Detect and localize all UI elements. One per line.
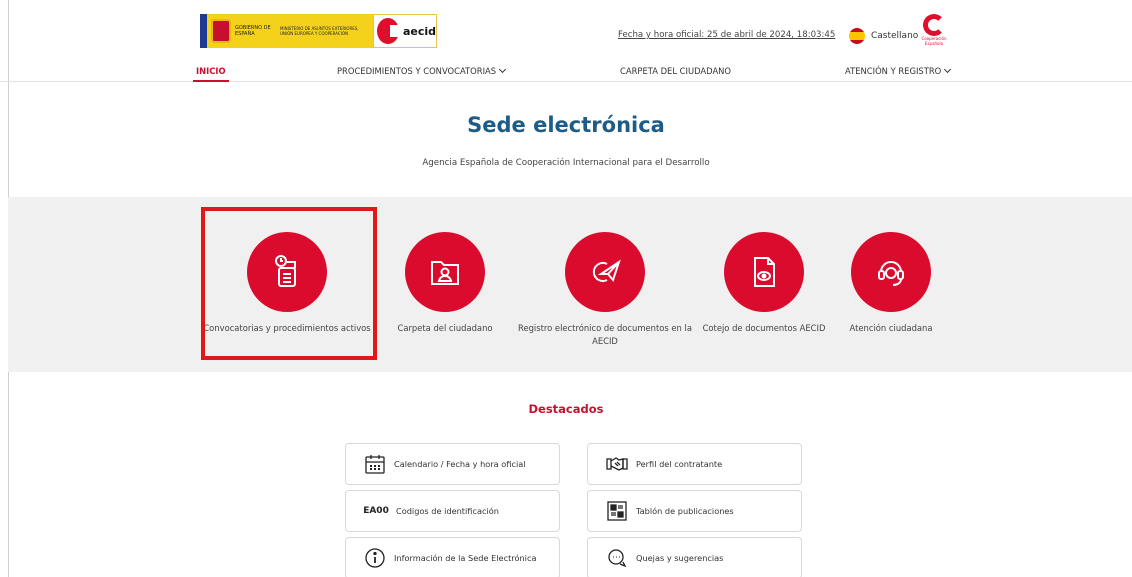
handshake-icon (606, 453, 628, 475)
card-label: Calendario / Fecha y hora oficial (394, 459, 526, 469)
code-id-icon: EA00 (363, 506, 389, 516)
tile-registro[interactable]: Registro electrónico de documentos en la… (515, 232, 695, 348)
main-nav: INICIO PROCEDIMIENTOS Y CONVOCATORIAS CA… (0, 58, 1132, 82)
page-title: Sede electrónica (467, 113, 665, 137)
cooperacion-espanola-logo[interactable]: Cooperación Española (918, 14, 950, 48)
nav-inicio[interactable]: INICIO (193, 66, 229, 82)
card-label: Quejas y sugerencias (636, 553, 724, 563)
tile-circle (405, 232, 485, 312)
card-codigos[interactable]: EA00 Codigos de identificación (345, 490, 560, 532)
card-calendario[interactable]: Calendario / Fecha y hora oficial (345, 443, 560, 485)
tile-circle (851, 232, 931, 312)
aecid-symbol-icon (377, 18, 403, 44)
language-label: Castellano (871, 31, 919, 41)
cooperacion-symbol-icon (923, 14, 945, 36)
aecid-logo[interactable]: aecid (373, 14, 437, 48)
tile-carpeta[interactable]: Carpeta del ciudadano (355, 232, 535, 335)
calendar-icon (364, 453, 386, 475)
destacados-title: Destacados (528, 402, 604, 416)
card-tablon[interactable]: Tablón de publicaciones (587, 490, 802, 532)
selection-highlight (201, 207, 377, 360)
aecid-logo-text: aecid (402, 24, 436, 38)
gov-text: GOBIERNO DE ESPAÑA (235, 25, 271, 37)
card-perfil-contratante[interactable]: Perfil del contratante (587, 443, 802, 485)
tile-atencion[interactable]: Atención ciudadana (801, 232, 981, 335)
card-label: Codigos de identificación (396, 506, 499, 516)
card-quejas[interactable]: Quejas y sugerencias (587, 537, 802, 577)
cooperacion-logo-text: Cooperación Española (921, 36, 947, 46)
chevron-down-icon (499, 65, 507, 74)
eu-flag-icon (200, 14, 207, 48)
language-selector[interactable]: Castellano (849, 28, 918, 44)
tile-label: Atención ciudadana (849, 323, 933, 333)
page-subtitle: Agencia Española de Cooperación Internac… (422, 158, 710, 168)
nav-atencion-label: ATENCIÓN Y REGISTRO (845, 66, 942, 76)
ministry-text: MINISTERIO DE ASUNTOS EXTERIORES, UNIÓN … (280, 26, 359, 36)
government-logo[interactable]: GOBIERNO DE ESPAÑA MINISTERIO DE ASUNTOS… (200, 14, 373, 48)
site-header: GOBIERNO DE ESPAÑA MINISTERIO DE ASUNTOS… (0, 0, 1132, 58)
chevron-down-icon (944, 65, 952, 74)
folder-user-icon (431, 261, 459, 285)
bulletin-board-icon (606, 500, 628, 522)
tile-label: Carpeta del ciudadano (397, 323, 493, 333)
card-label: Perfil del contratante (636, 459, 723, 469)
coat-of-arms-icon (211, 19, 231, 43)
nav-carpeta[interactable]: CARPETA DEL CIUDADANO (620, 66, 731, 76)
tile-label: Registro electrónico de documentos en la… (518, 323, 692, 346)
card-label: Tablón de publicaciones (636, 506, 734, 516)
nav-procedimientos-label: PROCEDIMIENTOS Y CONVOCATORIAS (337, 66, 497, 76)
headset-icon (878, 261, 904, 286)
paper-plane-icon (592, 259, 621, 283)
nav-procedimientos[interactable]: PROCEDIMIENTOS Y CONVOCATORIAS (337, 65, 507, 76)
document-eye-icon (754, 257, 775, 287)
tile-circle (565, 232, 645, 312)
spain-flag-icon (849, 28, 865, 44)
official-datetime-link[interactable]: Fecha y hora oficial: 25 de abril de 202… (618, 30, 835, 40)
card-informacion[interactable]: Información de la Sede Electrónica (345, 537, 560, 577)
nav-atencion[interactable]: ATENCIÓN Y REGISTRO (845, 65, 952, 76)
tile-circle (724, 232, 804, 312)
chat-icon (606, 547, 628, 569)
info-icon (364, 547, 386, 569)
card-label: Información de la Sede Electrónica (394, 553, 537, 563)
